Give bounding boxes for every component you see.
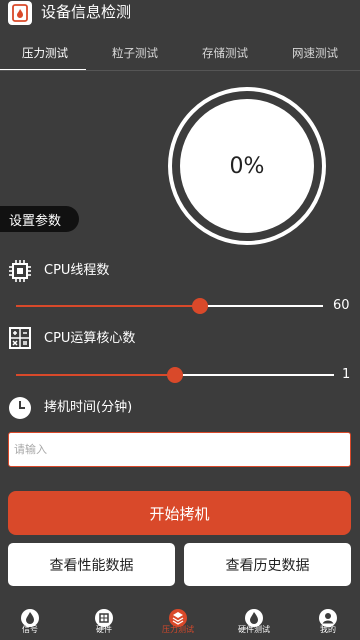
tab-storage-test[interactable]: 存储测试 <box>180 36 270 70</box>
tab-pressure-test[interactable]: 压力测试 <box>0 36 90 71</box>
app-logo-icon <box>8 1 32 25</box>
slider-thumb[interactable] <box>167 367 183 383</box>
nav-item-profile[interactable]: 我的 <box>292 600 360 640</box>
bottom-nav: 信号 硬件 压力测试 硬件测试 我的 <box>0 600 360 640</box>
gauge-value: 0% <box>229 153 265 179</box>
tab-divider <box>0 70 360 71</box>
cpu-cores-value: 1 <box>342 367 351 382</box>
app-header: 设备信息检测 <box>0 0 360 26</box>
nav-label: 我的 <box>320 625 336 634</box>
progress-gauge: 0% <box>180 99 314 233</box>
nav-label: 压力测试 <box>162 625 194 634</box>
cpu-cores-slider[interactable] <box>16 366 334 384</box>
cpu-threads-slider[interactable] <box>16 297 323 315</box>
nav-item-hardware[interactable]: 硬件 <box>68 600 140 640</box>
tab-network-test[interactable]: 网速测试 <box>270 36 360 70</box>
burn-time-input[interactable] <box>8 432 351 467</box>
slider-thumb[interactable] <box>192 298 209 314</box>
view-history-button[interactable]: 查看历史数据 <box>184 543 351 586</box>
nav-item-hardware-test[interactable]: 硬件测试 <box>218 600 290 640</box>
nav-label: 信号 <box>22 625 38 634</box>
app-title: 设备信息检测 <box>41 3 132 21</box>
cpu-threads-value: 60 <box>333 298 350 313</box>
nav-label: 硬件测试 <box>238 625 270 634</box>
cpu-threads-label: CPU线程数 <box>44 263 110 278</box>
slider-fill <box>16 305 201 307</box>
cpu-cores-label: CPU运算核心数 <box>44 331 136 346</box>
clock-icon <box>8 396 32 420</box>
tab-bar: 压力测试 粒子测试 存储测试 网速测试 <box>0 36 360 71</box>
tab-particle-test[interactable]: 粒子测试 <box>90 36 180 70</box>
cpu-chip-icon <box>8 259 32 283</box>
slider-fill <box>16 374 175 376</box>
start-burn-button[interactable]: 开始拷机 <box>8 491 351 535</box>
nav-label: 硬件 <box>96 625 112 634</box>
view-performance-button[interactable]: 查看性能数据 <box>8 543 175 586</box>
nav-item-pressure-test[interactable]: 压力测试 <box>142 600 214 640</box>
settings-section-label: 设置参数 <box>0 206 79 232</box>
burn-time-label: 拷机时间(分钟) <box>44 400 133 415</box>
calculator-icon <box>8 326 32 350</box>
nav-item-signal[interactable]: 信号 <box>0 600 66 640</box>
